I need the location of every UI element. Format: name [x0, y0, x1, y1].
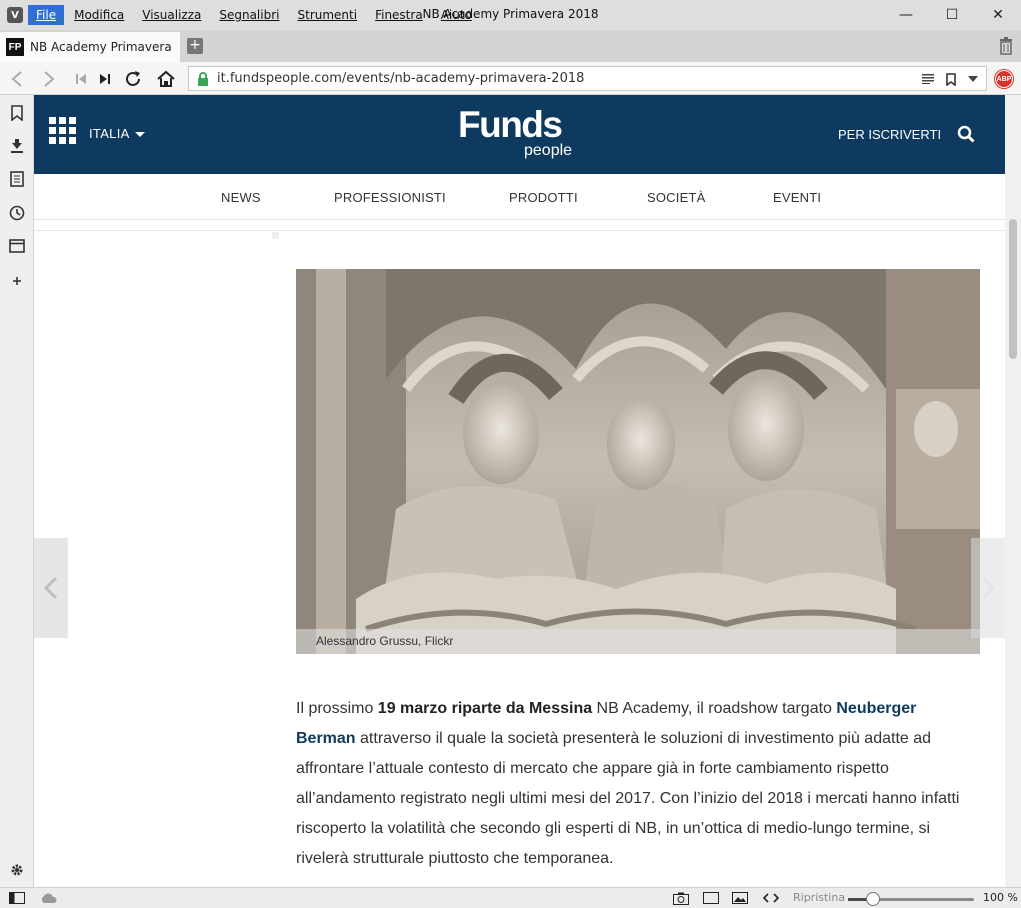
caret-down-icon[interactable]: [135, 132, 145, 137]
fast-forward-button[interactable]: [94, 68, 116, 90]
title-bar: V File Modifica Visualizza Segnalibri St…: [0, 0, 1021, 30]
zoom-reset-label[interactable]: Ripristina: [793, 891, 845, 904]
forward-button[interactable]: [38, 68, 60, 90]
tab-bar: FP NB Academy Primavera 2018 +: [0, 30, 1021, 62]
menu-segnalibri-label: Segnalibri: [219, 8, 280, 22]
capture-icon[interactable]: [673, 892, 689, 905]
photo-credit: Alessandro Grussu, Flickr: [296, 629, 980, 654]
reload-icon: [126, 71, 140, 86]
region-selector[interactable]: ITALIA: [89, 126, 130, 141]
adblock-icon[interactable]: ABP: [995, 70, 1013, 88]
site-logo[interactable]: Funds: [458, 105, 563, 145]
close-button[interactable]: ✕: [975, 0, 1021, 30]
menu-visualizza-label: Visualizza: [142, 8, 202, 22]
maximize-button[interactable]: ☐: [929, 0, 975, 30]
tab-title: NB Academy Primavera 2018: [30, 40, 175, 54]
reload-button[interactable]: [122, 68, 144, 90]
hero-image: Alessandro Grussu, Flickr: [296, 269, 980, 654]
sculpture-photo: [296, 269, 980, 654]
slider-prev-button[interactable]: [34, 538, 68, 638]
add-panel-icon[interactable]: [9, 273, 25, 289]
back-button[interactable]: [6, 68, 28, 90]
nav-professionisti[interactable]: PROFESSIONISTI: [334, 190, 446, 205]
vivaldi-logo-icon[interactable]: V: [7, 7, 23, 23]
site-logo-sub[interactable]: people: [524, 142, 572, 160]
panel-toggle-icon[interactable]: [9, 892, 25, 904]
tile-window-icon[interactable]: [703, 892, 719, 904]
article-text-3: attraverso il quale la società presenter…: [296, 730, 960, 867]
minimize-button[interactable]: —: [883, 0, 929, 30]
browser-window: V File Modifica Visualizza Segnalibri St…: [0, 0, 1021, 908]
fast-forward-icon: [100, 74, 110, 84]
bookmark-icon[interactable]: [946, 72, 956, 86]
downloads-panel-icon[interactable]: [9, 138, 25, 154]
slider-next-button[interactable]: [971, 538, 1005, 638]
scroll-thumb[interactable]: [1009, 219, 1017, 359]
tab-favicon-icon: FP: [6, 38, 24, 56]
menu-modifica[interactable]: Modifica: [66, 5, 132, 25]
address-bar: it.fundspeople.com/events/nb-academy-pri…: [0, 62, 1021, 95]
url-actions: [922, 71, 978, 87]
menu-segnalibri[interactable]: Segnalibri: [211, 5, 287, 25]
menu-finestra[interactable]: Finestra: [367, 5, 431, 25]
menu-visualizza[interactable]: Visualizza: [134, 5, 209, 25]
home-button[interactable]: [155, 68, 177, 90]
menu-finestra-label: Finestra: [375, 8, 423, 22]
nav-societa[interactable]: SOCIETÀ: [647, 190, 705, 205]
menu-strumenti-label: Strumenti: [297, 8, 358, 22]
new-tab-button[interactable]: +: [187, 38, 203, 54]
zoom-slider-handle[interactable]: [866, 892, 881, 906]
side-panel: [0, 95, 34, 887]
window-controls: — ☐ ✕: [883, 0, 1021, 30]
bookmarks-panel-icon[interactable]: [9, 105, 25, 121]
placeholder-dot: [272, 232, 279, 239]
chevron-right-icon: [981, 576, 995, 600]
rewind-button[interactable]: [70, 68, 92, 90]
zoom-slider[interactable]: [848, 892, 974, 906]
status-bar: Ripristina 100 %: [0, 887, 1021, 908]
rewind-icon: [76, 74, 86, 84]
lock-icon: [198, 71, 208, 86]
arrow-left-icon: [11, 71, 22, 87]
trash-icon[interactable]: [999, 37, 1013, 55]
article-text-1: Il prossimo: [296, 700, 378, 717]
image-toggle-icon[interactable]: [732, 892, 748, 904]
cloud-sync-icon[interactable]: [40, 892, 58, 904]
menu-modifica-label: Modifica: [74, 8, 125, 22]
site-header: ITALIA Funds people PER ISCRIVERTI: [34, 95, 1005, 174]
nav-prodotti[interactable]: PRODOTTI: [509, 190, 578, 205]
home-icon: [157, 70, 175, 87]
history-panel-icon[interactable]: [9, 205, 25, 221]
tab-active[interactable]: FP NB Academy Primavera 2018: [0, 32, 180, 62]
nav-eventi[interactable]: EVENTI: [773, 190, 821, 205]
subscribe-link[interactable]: PER ISCRIVERTI: [838, 127, 941, 142]
chevron-left-icon: [44, 576, 58, 600]
menu-file-label: File: [36, 8, 57, 22]
reader-view-icon[interactable]: [922, 74, 934, 84]
zoom-level: 100 %: [983, 891, 1018, 904]
notes-panel-icon[interactable]: [9, 171, 25, 187]
arrow-right-icon: [44, 71, 55, 87]
nav-news[interactable]: NEWS: [221, 190, 261, 205]
url-text: it.fundspeople.com/events/nb-academy-pri…: [217, 71, 585, 86]
site-nav: NEWS PROFESSIONISTI PRODOTTI SOCIETÀ EVE…: [34, 174, 1005, 220]
menu-strumenti[interactable]: Strumenti: [290, 5, 366, 25]
menu-file[interactable]: File: [28, 5, 65, 25]
window-panel-icon[interactable]: [9, 238, 25, 254]
search-icon[interactable]: [957, 125, 975, 143]
apps-grid-icon[interactable]: [49, 117, 76, 144]
chevron-down-icon[interactable]: [968, 75, 978, 83]
menu-aiuto[interactable]: Aiuto: [433, 5, 480, 25]
page-viewport: ITALIA Funds people PER ISCRIVERTI NEWS …: [34, 95, 1005, 887]
article-text-2: NB Academy, il roadshow targato: [592, 700, 837, 717]
page-scrollbar[interactable]: [1005, 95, 1021, 887]
article-date-highlight: 19 marzo riparte da Messina: [377, 700, 593, 717]
page-actions-icon[interactable]: [763, 893, 779, 903]
article-body: Il prossimo 19 marzo riparte da Messina …: [296, 694, 976, 874]
nav-divider: [34, 230, 1005, 231]
url-field[interactable]: it.fundspeople.com/events/nb-academy-pri…: [188, 66, 987, 91]
settings-gear-icon[interactable]: [9, 862, 25, 878]
menu-aiuto-label: Aiuto: [440, 8, 472, 22]
